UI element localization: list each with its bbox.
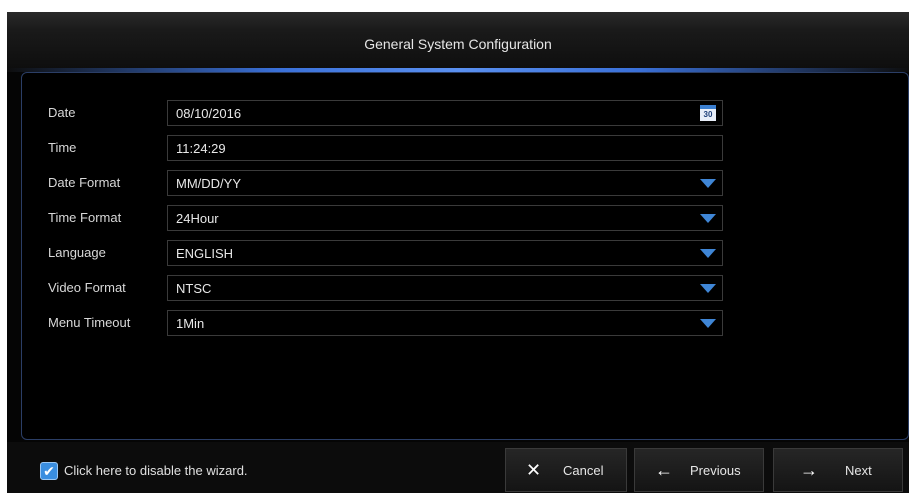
previous-button[interactable]: ← Previous xyxy=(634,448,764,492)
menu-timeout-label: Menu Timeout xyxy=(48,315,131,330)
general-system-configuration-dialog: General System Configuration Date 08/10/… xyxy=(7,12,909,493)
language-label: Language xyxy=(48,245,106,260)
arrow-left-icon: ← xyxy=(655,460,673,480)
menu-timeout-value: 1Min xyxy=(176,316,205,331)
language-value: ENGLISH xyxy=(176,246,234,261)
chevron-down-icon[interactable] xyxy=(700,284,716,293)
time-format-dropdown[interactable]: 24Hour xyxy=(167,205,723,231)
previous-button-label: Previous xyxy=(690,463,741,478)
time-label: Time xyxy=(48,140,77,155)
language-dropdown[interactable]: ENGLISH xyxy=(167,240,723,266)
arrow-right-icon: → xyxy=(800,460,818,480)
chevron-down-icon[interactable] xyxy=(700,249,716,258)
date-input[interactable]: 08/10/2016 30 xyxy=(167,100,723,126)
time-value: 11:24:29 xyxy=(176,141,226,156)
next-button[interactable]: → Next xyxy=(773,448,903,492)
next-button-label: Next xyxy=(845,463,872,478)
title-bar: General System Configuration xyxy=(7,12,909,72)
cancel-button-label: Cancel xyxy=(563,463,604,478)
checkmark-icon: ✔ xyxy=(43,463,55,479)
time-format-value: 24Hour xyxy=(176,211,219,226)
date-value: 08/10/2016 xyxy=(176,106,242,121)
date-format-dropdown[interactable]: MM/DD/YY xyxy=(167,170,723,196)
menu-timeout-dropdown[interactable]: 1Min xyxy=(167,310,723,336)
dialog-title: General System Configuration xyxy=(364,36,552,52)
chevron-down-icon[interactable] xyxy=(700,319,716,328)
calendar-icon[interactable]: 30 xyxy=(700,105,716,121)
time-input[interactable]: 11:24:29 xyxy=(167,135,723,161)
chevron-down-icon[interactable] xyxy=(700,179,716,188)
time-format-label: Time Format xyxy=(48,210,122,225)
video-format-value: NTSC xyxy=(176,281,212,296)
close-icon: ✕ xyxy=(526,460,542,480)
settings-panel: Date 08/10/2016 30 Time 11:24:29 Date Fo… xyxy=(21,72,909,440)
cancel-button[interactable]: ✕ Cancel xyxy=(505,448,627,492)
date-format-label: Date Format xyxy=(48,175,121,190)
date-label: Date xyxy=(48,105,76,120)
video-format-label: Video Format xyxy=(48,280,126,295)
disable-wizard-label[interactable]: Click here to disable the wizard. xyxy=(64,463,248,478)
video-format-dropdown[interactable]: NTSC xyxy=(167,275,723,301)
disable-wizard-checkbox[interactable]: ✔ xyxy=(40,462,58,480)
chevron-down-icon[interactable] xyxy=(700,214,716,223)
date-format-value: MM/DD/YY xyxy=(176,176,241,191)
